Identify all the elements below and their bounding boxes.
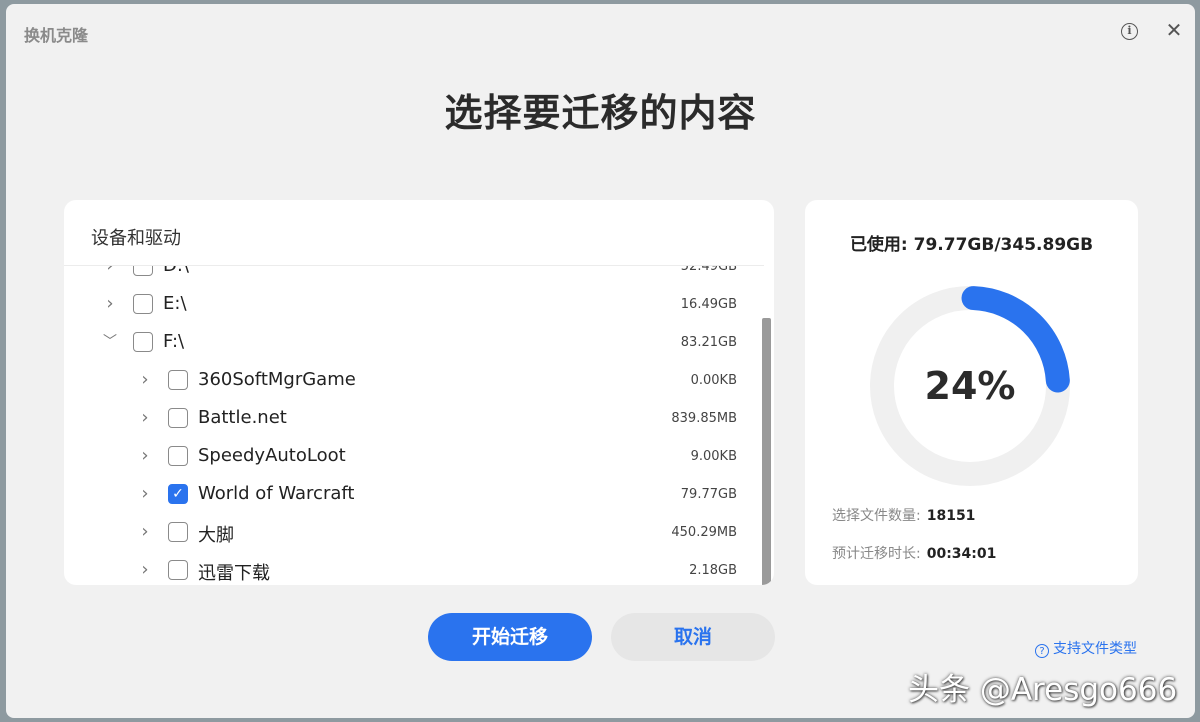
chevron-right-icon[interactable]: › — [135, 406, 155, 430]
row-size: 2.18GB — [689, 563, 737, 578]
tree-row[interactable]: › 迅雷下载 2.18GB — [64, 551, 764, 585]
tree-row[interactable]: › ✓ World of Warcraft 79.77GB — [64, 475, 764, 513]
chevron-right-icon[interactable]: › — [100, 292, 120, 316]
chevron-right-icon[interactable]: › — [135, 482, 155, 506]
app-title: 换机克隆 — [24, 26, 89, 45]
cancel-button[interactable]: 取消 — [611, 613, 775, 661]
percent-text: 24% — [925, 364, 1016, 408]
file-count-stat: 选择文件数量: 18151 — [832, 505, 975, 525]
tree-row[interactable]: ﹀ F:\ 83.21GB — [64, 323, 764, 361]
row-checkbox[interactable] — [168, 522, 188, 542]
row-size: 79.77GB — [680, 487, 737, 502]
row-checkbox[interactable] — [133, 294, 153, 314]
chevron-right-icon[interactable]: › — [135, 558, 155, 582]
row-name: World of Warcraft — [198, 483, 355, 504]
eta-value: 00:34:01 — [926, 546, 997, 562]
row-size: 83.21GB — [680, 335, 737, 350]
usage-donut: 24% — [870, 286, 1070, 486]
row-size: 0.00KB — [690, 373, 737, 388]
scrollbar[interactable] — [762, 318, 771, 585]
row-name: 大脚 — [198, 525, 234, 546]
row-name: SpeedyAutoLoot — [198, 445, 346, 466]
tree-row[interactable]: › SpeedyAutoLoot 9.00KB — [64, 437, 764, 475]
start-migration-button[interactable]: 开始迁移 — [428, 613, 592, 661]
row-checkbox[interactable] — [168, 408, 188, 428]
close-icon[interactable]: ✕ — [1164, 20, 1184, 40]
chevron-right-icon[interactable]: › — [135, 368, 155, 392]
file-count-label: 选择文件数量: — [832, 508, 921, 524]
watermark: 头条 @Aresgo666 — [908, 672, 1178, 708]
chevron-down-icon[interactable]: ﹀ — [100, 330, 120, 354]
row-checkbox[interactable] — [168, 560, 188, 580]
row-checkbox[interactable] — [133, 266, 153, 276]
eta-stat: 预计迁移时长: 00:34:01 — [832, 543, 996, 563]
devices-panel: 设备和驱动 › D:\ 52.49GB › E:\ 16.49GB ﹀ F:\ 83.21GB ›… — [64, 200, 774, 585]
row-checkbox[interactable]: ✓ — [168, 484, 188, 504]
row-name: E:\ — [163, 293, 187, 314]
usage-label: 已使用: 79.77GB/345.89GB — [849, 235, 1094, 255]
help-icon: ? — [1035, 644, 1049, 658]
chevron-right-icon[interactable]: › — [135, 444, 155, 468]
row-checkbox[interactable] — [168, 370, 188, 390]
eta-label: 预计迁移时长: — [832, 546, 921, 562]
tree-row[interactable]: › D:\ 52.49GB — [64, 265, 764, 285]
info-icon[interactable]: i — [1121, 23, 1138, 40]
row-size: 9.00KB — [690, 449, 737, 464]
page-title: 选择要迁移的内容 — [444, 91, 757, 135]
file-count-value: 18151 — [926, 508, 976, 524]
summary-panel: 已使用: 79.77GB/345.89GB 24% 选择文件数量: 18151 预… — [805, 200, 1138, 585]
supported-types-label: 支持文件类型 — [1053, 641, 1137, 657]
chevron-right-icon[interactable]: › — [100, 266, 120, 278]
tree-row[interactable]: › 大脚 450.29MB — [64, 513, 764, 551]
row-size: 450.29MB — [671, 525, 737, 540]
row-checkbox[interactable] — [133, 332, 153, 352]
row-name: Battle.net — [198, 407, 287, 428]
tree-row[interactable]: › 360SoftMgrGame 0.00KB — [64, 361, 764, 399]
clone-window: 换机克隆 i ✕ 选择要迁移的内容 设备和驱动 › D:\ 52.49GB › E:\ 1… — [6, 4, 1195, 718]
row-name: 360SoftMgrGame — [198, 369, 356, 390]
row-name: 迅雷下载 — [198, 563, 270, 584]
tree-row[interactable]: › E:\ 16.49GB — [64, 285, 764, 323]
panel-heading: 设备和驱动 — [91, 228, 181, 249]
row-checkbox[interactable] — [168, 446, 188, 466]
row-size: 839.85MB — [671, 411, 737, 426]
row-size: 52.49GB — [680, 265, 737, 274]
row-name: D:\ — [163, 265, 189, 276]
supported-types-link[interactable]: ? 支持文件类型 — [1035, 638, 1137, 658]
drive-tree[interactable]: › D:\ 52.49GB › E:\ 16.49GB ﹀ F:\ 83.21GB › 360Sof… — [64, 265, 764, 585]
row-name: F:\ — [163, 331, 185, 352]
chevron-right-icon[interactable]: › — [135, 520, 155, 544]
row-size: 16.49GB — [680, 297, 737, 312]
tree-row[interactable]: › Battle.net 839.85MB — [64, 399, 764, 437]
